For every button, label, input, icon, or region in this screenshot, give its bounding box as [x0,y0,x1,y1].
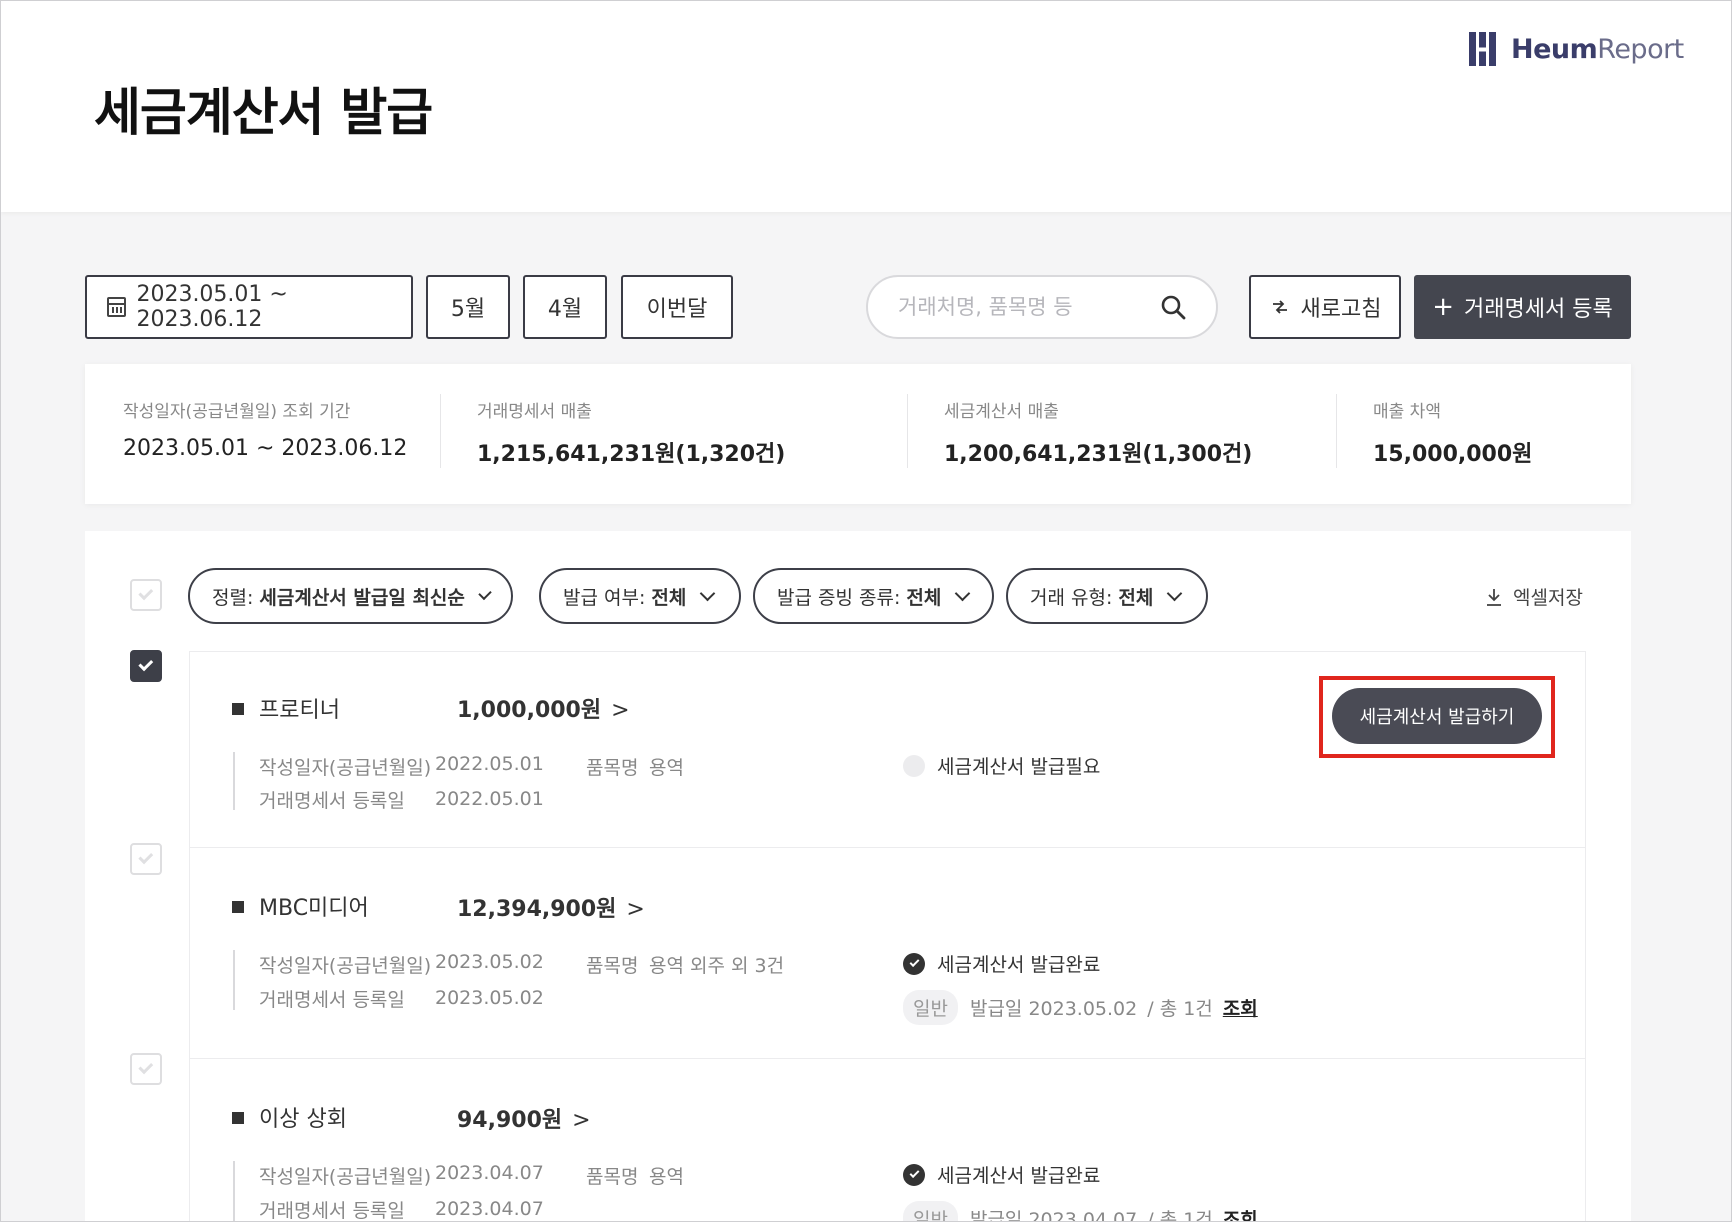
view-link[interactable]: 조회 [1223,1205,1258,1221]
calendar-icon [107,297,127,317]
highlight-box [1319,676,1555,758]
registered-date-label: 거래명세서 등록일 [259,790,405,812]
date-range-label: 2023.05.01 ~ 2023.06.12 [136,282,288,332]
client-name: 이상 상회 [259,1107,347,1132]
plus-icon: + [1432,292,1455,322]
quick-april-button[interactable]: 4월 [523,275,607,339]
search-input[interactable] [898,291,1148,323]
summary-period: 작성일자(공급년월일) 조회 기간 2023.05.01 ~ 2023.06.1… [123,402,408,461]
evidence-type-filter-dropdown[interactable]: 발급 증빙 종류: 전체 [753,568,994,624]
refresh-label: 새로고침 [1300,297,1382,322]
app-window: 세금계산서 발급 HeumReport 2023.05.01 ~ 2023.06… [0,0,1732,1222]
item-value: 용역 외주 외 3건 [649,955,785,977]
summary-panel: 작성일자(공급년월일) 조회 기간 2023.05.01 ~ 2023.06.1… [85,364,1631,504]
status-pending-icon [903,754,925,777]
chevron-right-icon: > [611,698,630,723]
date-range-button[interactable]: 2023.05.01 ~ 2023.06.12 [85,275,413,339]
issued-info: 일반 발급일 2023.04.07 / 총 1건 조회 [903,1201,1258,1221]
item-label: 품목명 [586,757,639,779]
brand-logo: HeumReport [1469,32,1684,66]
chevron-down-icon [478,586,492,600]
page-title: 세금계산서 발급 [94,84,433,143]
registered-date-value: 2023.05.02 [435,987,544,1009]
issue-status: 세금계산서 발급완료 [903,950,1100,977]
item-value: 용역 [649,1166,684,1188]
excel-export-button[interactable]: 엑셀저장 [1485,583,1583,610]
quick-may-button[interactable]: 5월 [426,275,510,339]
row-checkbox[interactable] [130,1053,162,1085]
registered-date-value: 2022.05.01 [435,788,544,810]
row-checkbox[interactable] [130,843,162,875]
register-label: 거래명세서 등록 [1464,297,1613,322]
registered-date-label: 거래명세서 등록일 [259,989,405,1011]
check-circle-icon [903,1163,925,1186]
logo-mark-icon [1469,32,1503,66]
chevron-down-icon [955,585,971,601]
row-amount-link[interactable]: 12,394,900원 > [457,891,645,923]
refresh-icon [1272,300,1287,314]
issue-status: 세금계산서 발급완료 [903,1161,1100,1188]
issue-status-filter-dropdown[interactable]: 발급 여부: 전체 [539,568,741,624]
written-date-label: 작성일자(공급년월일) [259,1166,432,1188]
bullet-icon [232,1112,244,1124]
issued-info: 일반 발급일 2023.05.02 / 총 1건 조회 [903,990,1258,1025]
summary-invoice-sales: 세금계산서 매출 1,200,641,231원(1,300건) [944,402,1253,467]
issue-status: 세금계산서 발급필요 [903,752,1100,779]
download-icon [1487,588,1501,606]
page-header: 세금계산서 발급 HeumReport [1,1,1731,212]
registered-date-value: 2023.04.07 [435,1198,544,1220]
view-link[interactable]: 조회 [1223,994,1258,1021]
type-badge: 일반 [903,990,958,1025]
quick-this-month-button[interactable]: 이번달 [621,275,733,339]
row-amount-link[interactable]: 94,900원 > [457,1102,591,1134]
registered-date-label: 거래명세서 등록일 [259,1200,405,1222]
summary-diff: 매출 차액 15,000,000원 [1373,402,1533,467]
summary-statement-sales: 거래명세서 매출 1,215,641,231원(1,320건) [477,402,786,467]
client-name: 프로티너 [259,698,340,723]
chevron-down-icon [1167,585,1183,601]
type-badge: 일반 [903,1201,958,1221]
logo-text-light: Report [1597,33,1684,65]
summary-divider [907,394,908,468]
search-box [866,275,1218,339]
search-icon[interactable] [1160,294,1186,320]
bullet-icon [232,703,244,715]
chevron-right-icon: > [572,1108,591,1133]
sort-filter-dropdown[interactable]: 정렬: 세금계산서 발급일 최신순 [188,568,513,624]
written-date-value: 2022.05.01 [435,753,544,775]
summary-divider [440,394,441,468]
written-date-label: 작성일자(공급년월일) [259,757,432,779]
transaction-type-filter-dropdown[interactable]: 거래 유형: 전체 [1006,568,1208,624]
chevron-right-icon: > [626,897,645,922]
summary-divider [1336,394,1337,468]
logo-text-bold: Heum [1511,33,1598,65]
row-checkbox[interactable] [130,650,162,682]
item-value: 용역 [649,757,684,779]
invoice-row[interactable]: MBC미디어 12,394,900원 > 작성일자(공급년월일) 2023.05.… [189,847,1586,1059]
select-all-checkbox[interactable] [130,579,162,611]
written-date-value: 2023.04.07 [435,1162,544,1184]
client-name: MBC미디어 [259,896,369,921]
written-date-value: 2023.05.02 [435,951,544,973]
item-label: 품목명 [586,1166,639,1188]
check-circle-icon [903,952,925,975]
refresh-button[interactable]: 새로고침 [1249,275,1401,339]
written-date-label: 작성일자(공급년월일) [259,955,432,977]
item-label: 품목명 [586,955,639,977]
chevron-down-icon [700,585,716,601]
bullet-icon [232,901,244,913]
row-amount-link[interactable]: 1,000,000원 > [457,692,630,724]
register-statement-button[interactable]: + 거래명세서 등록 [1414,275,1631,339]
invoice-row[interactable]: 이상 상회 94,900원 > 작성일자(공급년월일) 2023.04.07 거래… [189,1058,1586,1222]
